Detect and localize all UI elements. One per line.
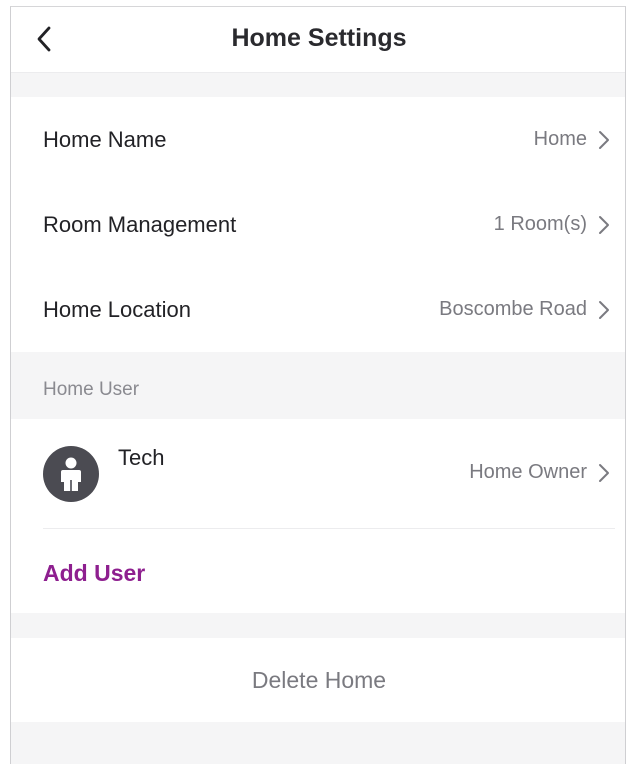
- delete-home-button[interactable]: Delete Home: [11, 667, 625, 694]
- settings-list: Home Name Home Room Management 1 Room(s)…: [11, 97, 625, 352]
- home-user-section-title: Home User: [43, 379, 140, 400]
- nav-header: Home Settings: [11, 7, 625, 73]
- person-icon: [61, 457, 81, 491]
- home-name-label: Home Name: [43, 126, 167, 152]
- divider: [43, 528, 615, 529]
- user-name: Tech: [118, 445, 165, 470]
- home-location-value: Boscombe Road: [439, 298, 587, 320]
- home-name-value: Home: [533, 128, 587, 150]
- chevron-right-icon: [599, 463, 609, 482]
- room-management-label: Room Management: [43, 211, 237, 237]
- room-management-value: 1 Room(s): [493, 213, 587, 235]
- user-role: Home Owner: [469, 461, 611, 484]
- add-user-button[interactable]: Add User: [43, 560, 145, 587]
- app-window: Home Settings Home Name Home Room Manage…: [10, 6, 626, 764]
- user-list-item[interactable]: Tech Home Owner: [11, 419, 625, 529]
- home-name-row[interactable]: Home Name Home: [11, 97, 625, 182]
- user-role-value: Home Owner: [469, 461, 587, 483]
- avatar: [43, 446, 99, 502]
- chevron-right-icon: [599, 300, 609, 319]
- page-title: Home Settings: [231, 24, 407, 52]
- delete-home-section: Delete Home: [11, 638, 625, 722]
- home-location-row[interactable]: Home Location Boscombe Road: [11, 267, 625, 352]
- chevron-right-icon: [599, 130, 609, 149]
- home-location-label: Home Location: [43, 296, 191, 322]
- chevron-right-icon: [599, 215, 609, 234]
- room-management-row[interactable]: Room Management 1 Room(s): [11, 182, 625, 267]
- home-users-list: Tech Home Owner Add User: [11, 419, 625, 613]
